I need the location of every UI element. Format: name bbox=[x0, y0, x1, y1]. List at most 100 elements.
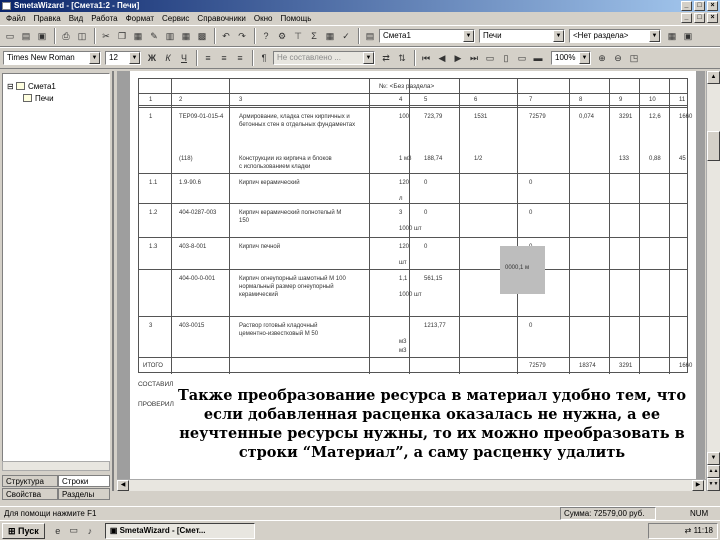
align-right-icon[interactable]: ≡ bbox=[233, 51, 247, 65]
align-left-icon[interactable]: ≡ bbox=[201, 51, 215, 65]
font-combo[interactable]: Times New Roman ▼ bbox=[3, 51, 101, 65]
zoom-out-icon[interactable]: ⊖ bbox=[611, 51, 625, 65]
copy-icon[interactable]: ❐ bbox=[115, 29, 129, 43]
print-icon[interactable]: ⎙ bbox=[59, 29, 73, 43]
underline-icon[interactable]: Ч bbox=[177, 51, 191, 65]
page-setup-icon[interactable]: ▭ bbox=[483, 51, 497, 65]
link-icon[interactable]: ⇄ bbox=[379, 51, 393, 65]
doc-close-button[interactable]: × bbox=[707, 13, 718, 23]
zoom-in-icon[interactable]: ⊕ bbox=[595, 51, 609, 65]
document-hscroll[interactable]: ◀ ▶ bbox=[117, 479, 706, 491]
tab-properties[interactable]: Свойства bbox=[2, 488, 58, 500]
tab-rows[interactable]: Строки bbox=[58, 475, 110, 487]
smeta-combo[interactable]: Смета1 ▼ bbox=[379, 29, 475, 43]
maximize-button[interactable]: □ bbox=[694, 1, 705, 11]
cut-icon[interactable]: ✂ bbox=[99, 29, 113, 43]
page-wide-icon[interactable]: ▬ bbox=[531, 51, 545, 65]
scroll-thumb[interactable] bbox=[707, 131, 720, 161]
menu-item-6[interactable]: Справочники bbox=[193, 14, 249, 23]
table-cell: Кирпич огнеупорный шамотный М 100 bbox=[239, 276, 346, 282]
open-icon[interactable]: ▤ bbox=[19, 29, 33, 43]
next-page-icon[interactable]: ▶ bbox=[451, 51, 465, 65]
tree-node-smeta[interactable]: ⊟ Смета1 bbox=[7, 82, 56, 91]
menu-item-7[interactable]: Окно bbox=[250, 14, 277, 23]
tray-network-icon[interactable]: ⇄ bbox=[685, 526, 694, 535]
doc-restore-button[interactable]: □ bbox=[694, 13, 705, 23]
help-icon[interactable]: ? bbox=[259, 29, 273, 43]
table-vline bbox=[229, 79, 230, 374]
table-cell: 45 bbox=[679, 156, 686, 162]
zoom-combo[interactable]: 100% ▼ bbox=[551, 51, 591, 65]
next-page-arrow[interactable]: ▼▼ bbox=[707, 478, 720, 491]
minimize-button[interactable]: _ bbox=[681, 1, 692, 11]
preview-icon[interactable]: ◫ bbox=[75, 29, 89, 43]
zoom-fit-icon[interactable]: ◳ bbox=[627, 51, 641, 65]
table-cell: 3 bbox=[149, 323, 153, 329]
menu-item-4[interactable]: Формат bbox=[122, 14, 158, 23]
no-section-combo[interactable]: <Нет раздела> ▼ bbox=[569, 29, 661, 43]
undo-icon[interactable]: ↶ bbox=[219, 29, 233, 43]
doc-minimize-button[interactable]: _ bbox=[681, 13, 692, 23]
redo-icon[interactable]: ↷ bbox=[235, 29, 249, 43]
menu-item-0[interactable]: Файл bbox=[2, 14, 30, 23]
mark-icon[interactable]: ✓ bbox=[339, 29, 353, 43]
table-row bbox=[139, 203, 687, 204]
scroll-right-arrow[interactable]: ▶ bbox=[692, 480, 704, 491]
prev-page-icon[interactable]: ◀ bbox=[435, 51, 449, 65]
calc-icon[interactable]: ▩ bbox=[195, 29, 209, 43]
new-icon[interactable]: ▭ bbox=[3, 29, 17, 43]
apply-icon[interactable]: ▦ bbox=[665, 29, 679, 43]
italic-icon[interactable]: К bbox=[161, 51, 175, 65]
total-cell: 18374 bbox=[579, 363, 596, 369]
format-icon[interactable]: ¶ bbox=[257, 51, 271, 65]
menu-item-2[interactable]: Вид bbox=[65, 14, 87, 23]
style-combo[interactable]: Не составлено ... ▼ bbox=[273, 51, 375, 65]
page-fit-icon[interactable]: ▭ bbox=[515, 51, 529, 65]
tree-node-pechi[interactable]: Печи bbox=[23, 94, 54, 103]
taskbar-smetawizard[interactable]: ▣ SmetaWizard - [Смет... bbox=[104, 522, 255, 539]
header-num: 2 bbox=[179, 97, 183, 103]
scroll-left-arrow[interactable]: ◀ bbox=[117, 480, 129, 491]
document-vscroll[interactable]: ▲ ▼ ▲▲ ▼▼ bbox=[706, 71, 720, 491]
settings-icon[interactable]: ⚙ bbox=[275, 29, 289, 43]
quicklaunch-ie-icon[interactable]: e bbox=[51, 524, 65, 538]
grid-icon[interactable]: ▦ bbox=[323, 29, 337, 43]
align-center-icon[interactable]: ≡ bbox=[217, 51, 231, 65]
header-num: 11 bbox=[679, 97, 686, 103]
section-combo[interactable]: Печи ▼ bbox=[479, 29, 565, 43]
prev-page-arrow[interactable]: ▲▲ bbox=[707, 465, 720, 478]
scroll-down-arrow[interactable]: ▼ bbox=[707, 452, 720, 465]
font-size-combo[interactable]: 12 ▼ bbox=[105, 51, 141, 65]
tree-hscroll[interactable] bbox=[2, 461, 110, 471]
menu-item-1[interactable]: Правка bbox=[30, 14, 65, 23]
table-cell: цементно-известковый М 50 bbox=[239, 331, 319, 337]
menu-item-8[interactable]: Помощь bbox=[276, 14, 315, 23]
close-button[interactable]: × bbox=[707, 1, 718, 11]
first-page-icon[interactable]: ⏮ bbox=[419, 51, 433, 65]
extra-icon[interactable]: ▣ bbox=[681, 29, 695, 43]
table-cell: 150 bbox=[239, 218, 250, 224]
menu-item-3[interactable]: Работа bbox=[87, 14, 121, 23]
quicklaunch-media-icon[interactable]: ♪ bbox=[83, 524, 97, 538]
filter-icon[interactable]: ⊤ bbox=[291, 29, 305, 43]
page-layout-icon[interactable]: ▯ bbox=[499, 51, 513, 65]
table-cell: 1.2 bbox=[149, 210, 158, 216]
tab-structure[interactable]: Структура bbox=[2, 475, 58, 487]
table-icon[interactable]: ▦ bbox=[179, 29, 193, 43]
scroll-up-arrow[interactable]: ▲ bbox=[707, 71, 720, 84]
paste-icon[interactable]: ▦ bbox=[131, 29, 145, 43]
sum-icon[interactable]: Σ bbox=[307, 29, 321, 43]
bold-icon[interactable]: Ж bbox=[145, 51, 159, 65]
table-cell: 120 bbox=[399, 180, 410, 186]
format-painter-icon[interactable]: ✎ bbox=[147, 29, 161, 43]
table-cell: м3 bbox=[399, 339, 407, 345]
insert-icon[interactable]: ▥ bbox=[163, 29, 177, 43]
save-icon[interactable]: ▣ bbox=[35, 29, 49, 43]
quicklaunch-desktop-icon[interactable]: ▭ bbox=[67, 524, 81, 538]
last-page-icon[interactable]: ⏭ bbox=[467, 51, 481, 65]
doc-view-icon[interactable]: ▤ bbox=[363, 29, 377, 43]
tool-icon[interactable]: ⇅ bbox=[395, 51, 409, 65]
tab-sections[interactable]: Разделы bbox=[58, 488, 110, 500]
menu-item-5[interactable]: Сервис bbox=[158, 14, 193, 23]
start-button[interactable]: ⊞ Пуск bbox=[2, 522, 45, 539]
